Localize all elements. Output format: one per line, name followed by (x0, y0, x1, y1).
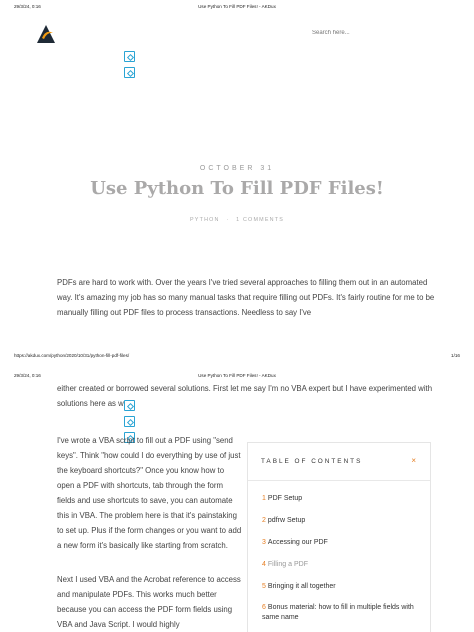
post-paragraph-4: Next I used VBA and the Acrobat referenc… (57, 575, 241, 629)
twitter-share-icon[interactable] (124, 51, 135, 62)
toc-item-bringing-together[interactable]: 5 Bringing it all together (262, 582, 422, 592)
print-footer: https://akdux.com/python/2020/10/31/pyth… (14, 353, 460, 361)
twitter-share-icon[interactable] (124, 400, 135, 411)
search-input[interactable] (312, 28, 432, 38)
toc-item-label: Filling a PDF (267, 561, 308, 568)
toc-item-pdf-setup[interactable]: 1 PDF Setup (262, 494, 422, 504)
comments-link[interactable]: 1 COMMENTS (236, 217, 284, 223)
toc-item-number: 3 (262, 539, 266, 546)
toc-item-number: 2 (262, 517, 266, 524)
print-page-title-2: Use Python To Fill PDF Files! - AKDux (198, 373, 276, 378)
print-page-title: Use Python To Fill PDF Files! - AKDux (198, 4, 276, 9)
toc-item-pdfrw-setup[interactable]: 2 pdfrw Setup (262, 516, 422, 526)
toc-item-label: pdfrw Setup (267, 517, 306, 524)
toc-item-number: 1 (262, 495, 266, 502)
linkedin-share-icon[interactable] (124, 67, 135, 78)
post-date: OCTOBER 31 (199, 165, 275, 172)
post-meta: PYTHON · 1 COMMENTS (0, 217, 474, 223)
print-url: https://akdux.com/python/2020/10/31/pyth… (14, 353, 130, 358)
toc-item-number: 6 (262, 604, 266, 611)
meta-separator: · (226, 217, 230, 223)
toc-item-label: Bonus material: how to fill in multiple … (262, 604, 414, 621)
print-header: 29/3/24, 0:16 Use Python To Fill PDF Fil… (14, 4, 460, 12)
category-link[interactable]: PYTHON (190, 217, 220, 223)
toc-item-bonus-material[interactable]: 6 Bonus material: how to fill in multiple… (262, 603, 422, 623)
toc-item-number: 5 (262, 583, 266, 590)
post-paragraph-1: PDFs are hard to work with. Over the yea… (57, 278, 435, 317)
table-of-contents: TABLE OF CONTENTS × 1 PDF Setup 2 pdfrw Se… (247, 442, 431, 632)
print-header-page-2: 29/3/24, 0:16 Use Python To Fill PDF Fil… (14, 373, 460, 381)
toc-item-label: Bringing it all together (267, 583, 336, 590)
toc-item-accessing-pdf[interactable]: 3 Accessing our PDF (262, 538, 422, 548)
toc-item-filling-pdf[interactable]: 4 Filling a PDF (262, 560, 422, 570)
toc-item-label: PDF Setup (267, 495, 303, 502)
linkedin-share-icon[interactable] (124, 416, 135, 427)
post-title: Use Python To Fill PDF Files! (90, 178, 384, 199)
post-paragraph-2: either created or borrowed several solut… (57, 384, 433, 408)
post-paragraph-3: I've wrote a VBA script to fill out a PD… (57, 436, 242, 550)
toc-close-icon[interactable]: × (411, 456, 416, 465)
print-page-number: 1/16 (451, 353, 460, 358)
toc-heading: TABLE OF CONTENTS (261, 458, 363, 465)
toc-item-number: 4 (262, 561, 266, 568)
toc-item-label: Accessing our PDF (267, 539, 328, 546)
akdux-logo[interactable] (34, 22, 58, 46)
toc-divider (248, 480, 430, 481)
